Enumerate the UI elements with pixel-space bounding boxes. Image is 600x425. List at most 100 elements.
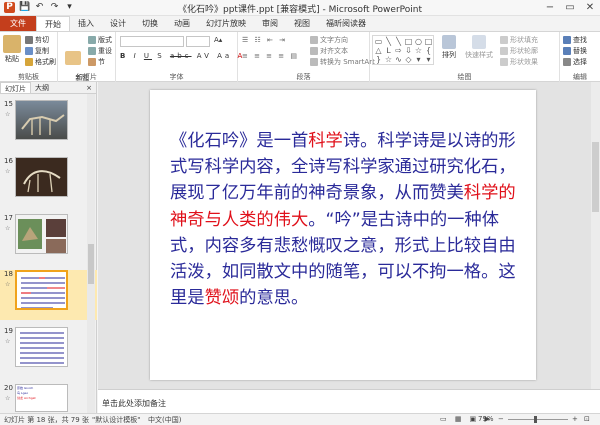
maximize-button[interactable]: ▭ — [560, 0, 580, 16]
align-buttons-icon[interactable]: ≡ ≡ ≡ ≡ ▤ — [242, 52, 299, 60]
shapes-gallery[interactable]: ▭ ╲ ╲ □ ○ □ △ ᒪ ⇨ ⇩ ☆{ } ☆ ∿ ◇ ▾ ▾ — [372, 35, 434, 65]
line-shape-icon[interactable]: ╲ — [384, 37, 393, 46]
shape-effects-button[interactable]: 形状效果 — [500, 57, 538, 67]
underline-button[interactable]: U — [144, 52, 152, 60]
minimize-button[interactable]: − — [540, 0, 560, 16]
change-case-button[interactable]: Aa — [217, 52, 232, 60]
slide-thumb-20[interactable]: 20 ☆ 原始 Givich 鸟 Lgeo 剑龙 Archgat — [0, 384, 97, 414]
zoom-slider[interactable] — [508, 419, 568, 420]
copy-button[interactable]: 复制 — [25, 46, 49, 56]
arrange-button[interactable]: 排列 — [438, 35, 460, 60]
line-shape-icon[interactable]: ╲ — [394, 37, 403, 46]
tab-view[interactable]: 视图 — [286, 16, 318, 31]
strikethrough-button[interactable]: abc — [170, 52, 192, 60]
slide-scrollbar[interactable] — [591, 82, 600, 389]
grow-font-icon[interactable]: A▴ — [214, 36, 222, 44]
tab-insert[interactable]: 插入 — [70, 16, 102, 31]
reset-button[interactable]: 重设 — [88, 46, 112, 56]
cut-button[interactable]: 剪切 — [25, 35, 49, 45]
zoom-out-icon[interactable]: − — [498, 415, 504, 423]
tab-slides[interactable]: 幻灯片 — [0, 82, 31, 93]
rect-shape-icon[interactable]: □ — [424, 37, 433, 46]
font-size-combo[interactable] — [186, 36, 210, 47]
scroll-thumb[interactable] — [88, 244, 94, 284]
close-pane-icon[interactable]: × — [82, 82, 96, 93]
format-painter-button[interactable]: 格式刷 — [25, 57, 56, 67]
zoom-slider-thumb[interactable] — [534, 416, 537, 423]
tab-slideshow[interactable]: 幻灯片放映 — [198, 16, 254, 31]
tab-animations[interactable]: 动画 — [166, 16, 198, 31]
smartart-button[interactable]: 转换为 SmartArt — [310, 57, 375, 67]
slide-thumb-17[interactable]: 17 ☆ — [0, 214, 97, 270]
align-text-button[interactable]: 对齐文本 — [310, 46, 348, 56]
pen-icon — [500, 47, 508, 55]
oval-shape-icon[interactable]: ○ — [414, 37, 423, 46]
rect-shape-icon[interactable]: □ — [404, 37, 413, 46]
tab-design[interactable]: 设计 — [102, 16, 134, 31]
char-spacing-button[interactable]: AV — [197, 52, 212, 60]
find-label: 查找 — [573, 36, 587, 44]
tab-review[interactable]: 审阅 — [254, 16, 286, 31]
more-shapes-icon[interactable]: ▾ — [414, 55, 423, 64]
brace-shape-icon[interactable]: { — [424, 46, 433, 55]
paragraph-group: ☰ ☷ ⇤ ⇥ ≡ ≡ ≡ ≡ ▤ 文字方向 对齐文本 转换为 SmartArt… — [238, 32, 375, 83]
star-shape-icon[interactable]: ☆ — [384, 55, 393, 64]
tab-outline[interactable]: 大纲 — [31, 82, 53, 93]
slide-thumb-18-selected[interactable]: 18 ☆ — [0, 270, 97, 320]
arrow-shape-icon[interactable]: ⇩ — [404, 46, 413, 55]
paste-label: 粘贴 — [5, 55, 19, 63]
close-button[interactable]: ✕ — [580, 0, 600, 16]
triangle-shape-icon[interactable]: △ — [374, 46, 383, 55]
paste-button[interactable]: 粘贴 — [3, 35, 21, 64]
slide-body-text[interactable]: 《化石吟》是一首科学诗。科学诗是以诗的形式写科学内容，全诗写科学家通过研究化石，… — [170, 128, 520, 311]
tab-home[interactable]: 开始 — [36, 16, 70, 31]
paint-bucket-icon — [500, 36, 508, 44]
callout-shape-icon[interactable]: ◇ — [404, 55, 413, 64]
scroll-thumb[interactable] — [592, 142, 599, 212]
text-direction-icon — [310, 36, 318, 44]
shape-outline-button[interactable]: 形状轮廓 — [500, 46, 538, 56]
replace-button[interactable]: 替换 — [563, 46, 587, 56]
find-button[interactable]: 查找 — [563, 35, 587, 45]
italic-button[interactable]: I — [134, 52, 139, 60]
dinosaur-illustration-image — [18, 219, 66, 253]
curve-shape-icon[interactable]: ∿ — [394, 55, 403, 64]
current-slide[interactable]: 《化石吟》是一首科学诗。科学诗是以诗的形式写科学内容，全诗写科学家通过研究化石，… — [150, 90, 536, 380]
quick-styles-button[interactable]: 快速样式 — [464, 35, 494, 60]
bracket-shape-icon[interactable]: ᒪ — [384, 46, 393, 55]
text-direction-button[interactable]: 文字方向 — [310, 35, 348, 45]
thumbnail-scrollbar[interactable] — [87, 94, 95, 413]
zoom-level[interactable]: 79% — [478, 415, 494, 423]
list-buttons-icon[interactable]: ☰ ☷ ⇤ ⇥ — [242, 36, 287, 44]
rect-shape-icon[interactable]: ▭ — [374, 37, 383, 46]
thumb-image: 原始 Givich 鸟 Lgeo 剑龙 Archgat — [15, 384, 68, 412]
animation-star-icon: ☆ — [5, 111, 11, 118]
thumb-image — [15, 214, 68, 254]
brace-shape-icon[interactable]: } — [374, 55, 383, 64]
shape-fill-button[interactable]: 形状填充 — [500, 35, 538, 45]
scissors-icon — [25, 36, 33, 44]
tab-transitions[interactable]: 切换 — [134, 16, 166, 31]
fit-to-window-icon[interactable]: ⊡ — [584, 415, 590, 423]
layout-button[interactable]: 版式 — [88, 35, 112, 45]
more-shapes-icon[interactable]: ▾ — [424, 55, 433, 64]
section-button[interactable]: 节 — [88, 57, 105, 67]
slide-thumb-19[interactable]: 19 ☆ — [0, 327, 97, 383]
replace-icon — [563, 47, 571, 55]
shadow-button[interactable]: S — [157, 52, 164, 60]
slide-thumb-16[interactable]: 16 ☆ — [0, 157, 97, 213]
tab-file[interactable]: 文件 — [0, 16, 36, 31]
slide-thumb-15[interactable]: 15 ☆ — [0, 100, 97, 156]
zoom-in-icon[interactable]: + — [572, 415, 578, 423]
slides-group: 新建 幻灯片 版式 重设 节 幻灯片 — [58, 32, 116, 90]
notes-pane[interactable]: 单击此处添加备注 — [98, 389, 600, 413]
font-family-combo[interactable] — [120, 36, 184, 47]
bold-button[interactable]: B — [120, 52, 128, 60]
binoculars-icon — [563, 36, 571, 44]
tab-foxit-reader[interactable]: 福昕阅读器 — [318, 16, 374, 31]
text-slide-preview — [20, 332, 64, 364]
select-button[interactable]: 选择 — [563, 57, 587, 67]
select-label: 选择 — [573, 58, 587, 66]
star-shape-icon[interactable]: ☆ — [414, 46, 423, 55]
arrow-shape-icon[interactable]: ⇨ — [394, 46, 403, 55]
